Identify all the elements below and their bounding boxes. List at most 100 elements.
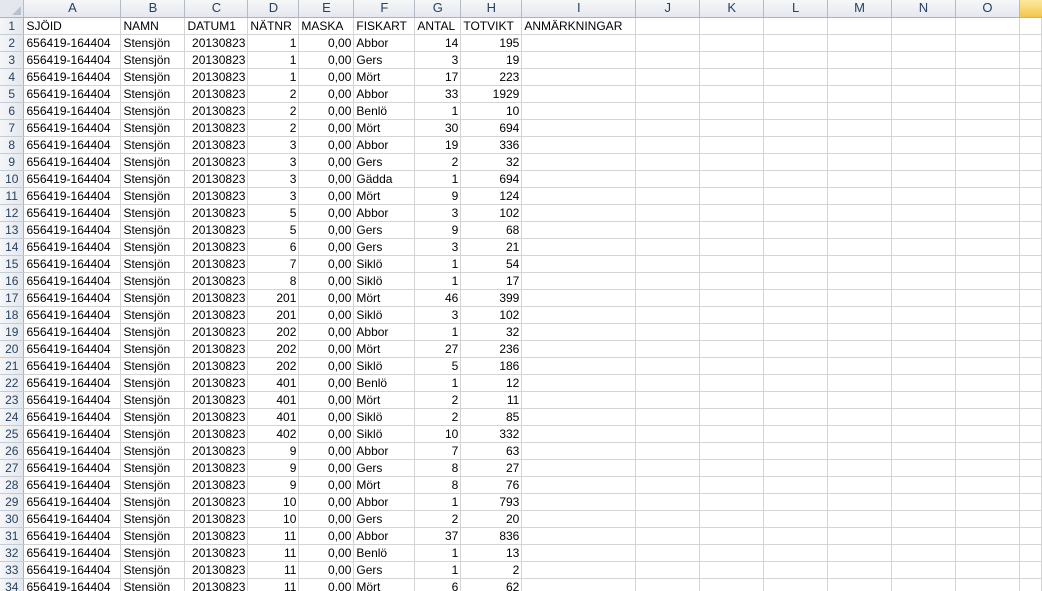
row-header[interactable]: 16 [0,272,25,290]
row-header[interactable]: 5 [0,85,25,103]
cell[interactable] [891,340,956,358]
cell[interactable]: 20130823 [184,85,249,103]
cell[interactable] [1019,238,1042,256]
cell[interactable] [699,17,765,35]
cell[interactable] [955,204,1020,222]
cell[interactable] [763,153,829,171]
cell[interactable]: 20130823 [184,119,249,137]
cell[interactable]: 3 [414,306,462,324]
cell[interactable]: 656419-164404 [23,340,122,358]
cell[interactable]: 836 [460,527,523,545]
cell[interactable] [635,289,701,307]
cell[interactable] [827,408,893,426]
spreadsheet-grid[interactable]: ABCDEFGHIJKLMNO 1 SJÖID NAMN DATUM1 NÄTNR MAS… [0,0,1042,591]
cell[interactable]: 0,00 [298,289,355,307]
cell[interactable]: Stensjön [120,85,186,103]
column-header-c[interactable]: C [184,0,249,18]
cell[interactable]: DATUM1 [184,17,249,35]
row-header[interactable]: 6 [0,102,25,120]
cell[interactable] [955,459,1020,477]
cell[interactable] [763,68,829,86]
cell[interactable]: 2 [414,153,462,171]
cell[interactable]: 102 [460,306,523,324]
cell[interactable] [521,391,637,409]
cell[interactable]: 3 [247,136,300,154]
cell[interactable] [955,391,1020,409]
cell[interactable]: TOTVIKT [460,17,523,35]
cell[interactable]: 0,00 [298,544,355,562]
cell[interactable]: 202 [247,357,300,375]
cell[interactable] [699,527,765,545]
cell[interactable]: 20130823 [184,323,249,341]
cell[interactable]: Abbor [353,527,416,545]
cell[interactable]: Gers [353,51,416,69]
cell[interactable] [827,289,893,307]
cell[interactable]: 0,00 [298,306,355,324]
cell[interactable]: 11 [247,578,300,591]
cell[interactable] [891,323,956,341]
cell[interactable] [763,476,829,494]
cell[interactable] [1019,119,1042,137]
cell[interactable] [521,119,637,137]
cell[interactable] [891,34,956,52]
cell[interactable] [955,578,1020,591]
cell[interactable]: Stensjön [120,255,186,273]
cell[interactable]: 2 [247,119,300,137]
cell[interactable] [1019,357,1042,375]
cell[interactable] [763,238,829,256]
cell[interactable]: 656419-164404 [23,374,122,392]
cell[interactable] [699,289,765,307]
row-header[interactable]: 29 [0,493,25,511]
cell[interactable]: Siklö [353,425,416,443]
cell[interactable]: 186 [460,357,523,375]
cell[interactable] [521,255,637,273]
cell[interactable]: 63 [460,442,523,460]
cell[interactable] [521,527,637,545]
column-header-stub[interactable] [1019,0,1042,18]
cell[interactable] [699,459,765,477]
row-header[interactable]: 19 [0,323,25,341]
cell[interactable]: 1 [247,51,300,69]
cell[interactable]: 9 [247,442,300,460]
cell[interactable]: 656419-164404 [23,51,122,69]
cell[interactable] [827,374,893,392]
cell[interactable] [1019,374,1042,392]
cell[interactable]: Gers [353,221,416,239]
cell[interactable]: 656419-164404 [23,408,122,426]
cell[interactable] [891,153,956,171]
row-header[interactable]: 31 [0,527,25,545]
cell[interactable]: Siklö [353,357,416,375]
cell[interactable] [955,493,1020,511]
row-header[interactable]: 21 [0,357,25,375]
cell[interactable] [635,374,701,392]
cell[interactable] [699,306,765,324]
cell[interactable] [699,425,765,443]
cell[interactable] [891,459,956,477]
cell[interactable]: Mört [353,578,416,591]
cell[interactable]: Abbor [353,323,416,341]
cell[interactable] [1019,34,1042,52]
cell[interactable] [699,374,765,392]
cell[interactable]: Siklö [353,255,416,273]
cell[interactable] [635,102,701,120]
cell[interactable] [521,425,637,443]
cell[interactable] [955,272,1020,290]
cell[interactable] [763,102,829,120]
cell[interactable] [1019,272,1042,290]
cell[interactable] [827,527,893,545]
cell[interactable] [1019,476,1042,494]
cell[interactable]: 19 [414,136,462,154]
cell[interactable] [827,340,893,358]
cell[interactable] [827,357,893,375]
cell[interactable] [955,476,1020,494]
cell[interactable] [1019,255,1042,273]
row-header[interactable]: 32 [0,544,25,562]
column-header-m[interactable]: M [827,0,893,18]
cell[interactable] [827,255,893,273]
cell[interactable]: 1 [247,34,300,52]
cell[interactable]: Mört [353,119,416,137]
cell[interactable]: 11 [247,561,300,579]
cell[interactable] [827,493,893,511]
cell[interactable]: Mört [353,340,416,358]
cell[interactable]: 0,00 [298,272,355,290]
